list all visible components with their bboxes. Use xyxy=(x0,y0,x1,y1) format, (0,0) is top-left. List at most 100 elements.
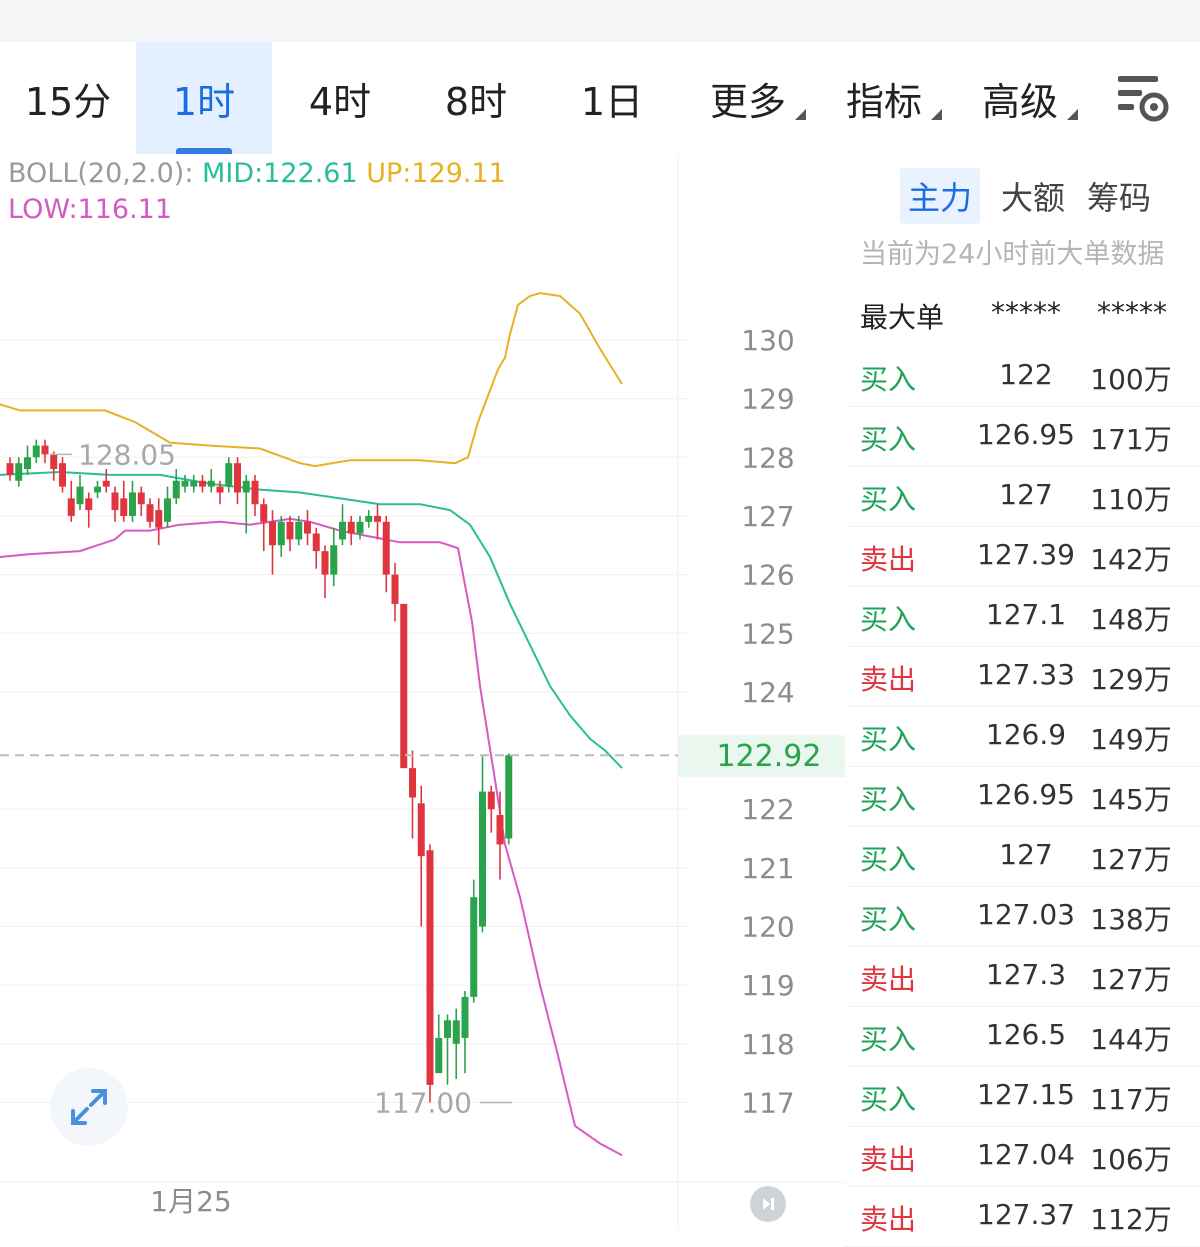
candle xyxy=(365,510,373,528)
side-sell-label: 卖出 xyxy=(860,663,917,696)
order-price: 126.95 xyxy=(977,778,1075,811)
dropdown-corner-icon xyxy=(1067,109,1078,120)
expand-arrows-icon[interactable] xyxy=(50,1068,128,1146)
dropdown-corner-icon xyxy=(795,109,806,120)
order-price: 127.1 xyxy=(985,598,1067,631)
side-sell-label: 卖出 xyxy=(860,1203,917,1236)
candle-body xyxy=(505,755,513,839)
candle xyxy=(286,515,294,552)
candle xyxy=(426,844,434,1103)
candle-body xyxy=(234,463,241,493)
tab-1day[interactable]: 1日 xyxy=(544,42,680,154)
candle-body xyxy=(470,897,478,997)
candle xyxy=(164,486,171,528)
candle-body xyxy=(269,521,276,546)
candle-body xyxy=(452,1020,460,1044)
boll-mid-value: MID:122.61 xyxy=(202,158,358,189)
candle xyxy=(452,1008,460,1079)
candle xyxy=(137,486,145,516)
candle xyxy=(15,457,23,487)
candle xyxy=(76,474,84,511)
boll-indicator-legend: BOLL(20,2.0): MID:122.61 UP:129.11 LOW:1… xyxy=(8,156,506,228)
skip-to-latest-icon[interactable] xyxy=(750,1186,786,1222)
candle xyxy=(409,750,416,839)
candle xyxy=(41,439,49,464)
order-row: 卖出 127.37 112万 xyxy=(845,1186,1200,1247)
candle-body xyxy=(15,463,23,481)
tab-1hour[interactable]: 1时 xyxy=(136,42,272,154)
tab-4hour[interactable]: 4时 xyxy=(272,42,408,154)
tab-large-amount[interactable]: 大额 xyxy=(993,168,1073,224)
side-buy-label: 买入 xyxy=(860,483,917,516)
candle-body xyxy=(295,521,303,540)
order-row: 卖出 127.39 142万 xyxy=(845,526,1200,587)
tab-label: 主力 xyxy=(907,179,972,217)
top-status-strip xyxy=(0,0,1200,42)
candle xyxy=(24,445,31,475)
candle-body xyxy=(207,480,215,487)
candle-body xyxy=(260,504,268,522)
candle-body xyxy=(59,463,66,487)
tab-label: 1时 xyxy=(172,79,236,124)
order-price: 127.3 xyxy=(985,958,1067,991)
order-amount: 112万 xyxy=(1090,1203,1172,1236)
boll-low-line xyxy=(0,517,623,1157)
candle-body xyxy=(444,1020,451,1038)
tab-more[interactable]: 更多 xyxy=(680,42,816,154)
tab-8hour[interactable]: 8时 xyxy=(408,42,544,154)
order-amount: 171万 xyxy=(1090,423,1172,456)
candle xyxy=(94,480,101,499)
candle xyxy=(374,504,381,540)
candle-body xyxy=(155,510,163,528)
tab-chips[interactable]: 筹码 xyxy=(1079,168,1159,224)
candle xyxy=(251,474,259,516)
order-price: 126.95 xyxy=(977,418,1075,451)
current-price-label: 122.92 xyxy=(717,739,822,774)
order-row: 卖出 127.04 106万 xyxy=(845,1126,1200,1187)
candle xyxy=(50,451,58,481)
candle-body xyxy=(347,521,355,534)
candle xyxy=(382,515,390,593)
candle xyxy=(479,756,486,933)
boll-up-value: UP:129.11 xyxy=(366,158,506,189)
side-buy-label: 买入 xyxy=(860,903,917,936)
candle-body xyxy=(76,486,84,505)
side-sell-label: 卖出 xyxy=(860,1143,917,1176)
order-row: 买入 127.1 148万 xyxy=(845,586,1200,647)
candle xyxy=(207,469,215,493)
x-tick-label: 1月25 xyxy=(150,1185,231,1218)
candle-body xyxy=(409,768,416,798)
side-buy-label: 买入 xyxy=(860,363,917,396)
kline-chart[interactable]: 130 129 128 127 126 125 124 122 121 120 119 118 117 1… xyxy=(0,154,845,1230)
candle xyxy=(181,474,189,493)
candle-body xyxy=(479,791,486,927)
tab-advanced[interactable]: 高级 xyxy=(952,42,1088,154)
side-sell-label: 卖出 xyxy=(860,963,917,996)
tab-main-force[interactable]: 主力 xyxy=(900,168,980,224)
side-buy-label: 买入 xyxy=(860,843,917,876)
y-tick-label: 118 xyxy=(741,1028,794,1061)
order-price: 127 xyxy=(999,838,1053,871)
tab-label: 1日 xyxy=(580,79,644,124)
candle-body xyxy=(85,498,93,511)
order-row: 买入 126.95 145万 xyxy=(845,766,1200,827)
candle xyxy=(111,486,119,522)
candle-body xyxy=(487,791,495,810)
tab-label: 筹码 xyxy=(1086,179,1151,217)
candle-body xyxy=(129,492,136,516)
header-amount-masked: ***** xyxy=(1097,296,1167,329)
tab-indicators[interactable]: 指标 xyxy=(816,42,952,154)
order-amount: 106万 xyxy=(1090,1143,1172,1176)
candle xyxy=(444,1014,451,1085)
chart-settings-icon[interactable] xyxy=(1110,70,1174,126)
order-row: 卖出 127.3 127万 xyxy=(845,946,1200,1007)
y-tick-label: 126 xyxy=(741,559,794,592)
order-price: 127.04 xyxy=(977,1138,1075,1171)
y-tick-label: 128 xyxy=(741,441,794,474)
candle xyxy=(347,515,355,546)
tab-15min[interactable]: 15分 xyxy=(0,42,136,154)
candle-body xyxy=(32,445,40,458)
candle xyxy=(505,753,513,845)
candle xyxy=(487,785,495,833)
candle-body xyxy=(435,1037,443,1074)
